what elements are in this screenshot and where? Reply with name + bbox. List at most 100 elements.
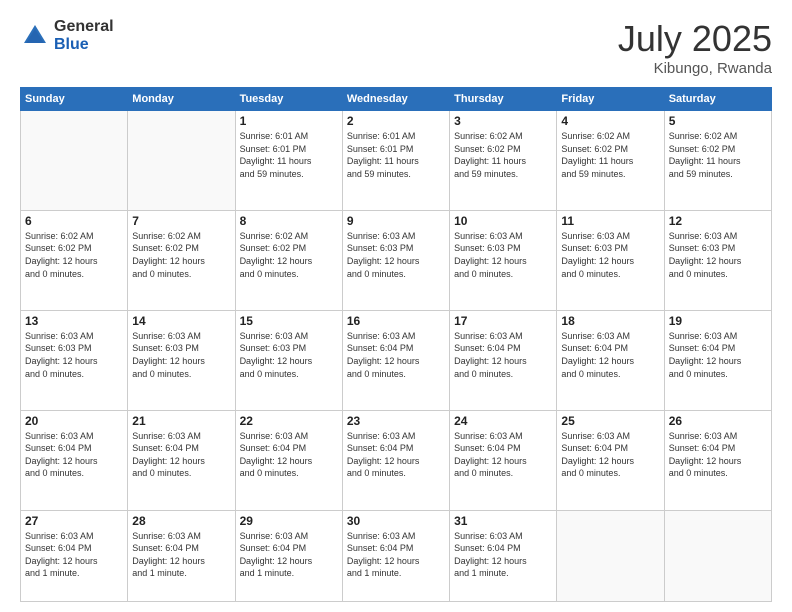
table-row: 18 Sunrise: 6:03 AM Sunset: 6:04 PM Dayli… bbox=[557, 310, 664, 410]
day-number: 2 bbox=[347, 114, 445, 128]
table-row: 11Sunrise: 6:03 AM Sunset: 6:03 PM Dayli… bbox=[557, 210, 664, 310]
day-number: 26 bbox=[669, 414, 767, 428]
table-row bbox=[557, 510, 664, 601]
logo: General Blue bbox=[20, 18, 114, 53]
month-year-title: July 2025 bbox=[618, 18, 772, 60]
table-row: 13 Sunrise: 6:03 AM Sunset: 6:03 PM Dayli… bbox=[21, 310, 128, 410]
day-number: 20 bbox=[25, 414, 123, 428]
day-info: Sunrise: 6:03 AM Sunset: 6:03 PM Dayligh… bbox=[240, 330, 338, 380]
day-number: 10 bbox=[454, 214, 552, 228]
day-info: Sunrise: 6:03 AM Sunset: 6:04 PM Dayligh… bbox=[240, 530, 338, 580]
day-info: Sunrise: 6:03 AM Sunset: 6:04 PM Dayligh… bbox=[132, 530, 230, 580]
table-row: 16 Sunrise: 6:03 AM Sunset: 6:04 PM Dayli… bbox=[342, 310, 449, 410]
day-number: 25 bbox=[561, 414, 659, 428]
col-thursday: Thursday bbox=[450, 88, 557, 111]
table-row: 3 Sunrise: 6:02 AM Sunset: 6:02 PM Daylig… bbox=[450, 111, 557, 211]
day-info: Sunrise: 6:03 AM Sunset: 6:04 PM Dayligh… bbox=[454, 330, 552, 380]
weekday-header-row: Sunday Monday Tuesday Wednesday Thursday… bbox=[21, 88, 772, 111]
day-info: Sunrise: 6:03 AM Sunset: 6:04 PM Dayligh… bbox=[25, 430, 123, 480]
col-sunday: Sunday bbox=[21, 88, 128, 111]
day-number: 29 bbox=[240, 514, 338, 528]
day-number: 28 bbox=[132, 514, 230, 528]
day-number: 16 bbox=[347, 314, 445, 328]
table-row: 17 Sunrise: 6:03 AM Sunset: 6:04 PM Dayli… bbox=[450, 310, 557, 410]
day-number: 6 bbox=[25, 214, 123, 228]
col-monday: Monday bbox=[128, 88, 235, 111]
day-number: 17 bbox=[454, 314, 552, 328]
table-row: 29 Sunrise: 6:03 AM Sunset: 6:04 PM Dayli… bbox=[235, 510, 342, 601]
day-number: 22 bbox=[240, 414, 338, 428]
day-number: 8 bbox=[240, 214, 338, 228]
table-row: 19 Sunrise: 6:03 AM Sunset: 6:04 PM Dayli… bbox=[664, 310, 771, 410]
table-row: 15 Sunrise: 6:03 AM Sunset: 6:03 PM Dayli… bbox=[235, 310, 342, 410]
day-info: Sunrise: 6:03 AM Sunset: 6:04 PM Dayligh… bbox=[561, 430, 659, 480]
day-info: Sunrise: 6:03 AM Sunset: 6:04 PM Dayligh… bbox=[669, 330, 767, 380]
table-row: 5 Sunrise: 6:02 AM Sunset: 6:02 PM Daylig… bbox=[664, 111, 771, 211]
day-number: 3 bbox=[454, 114, 552, 128]
day-number: 1 bbox=[240, 114, 338, 128]
day-number: 23 bbox=[347, 414, 445, 428]
day-info: Sunrise: 6:03 AM Sunset: 6:04 PM Dayligh… bbox=[25, 530, 123, 580]
day-number: 24 bbox=[454, 414, 552, 428]
col-saturday: Saturday bbox=[664, 88, 771, 111]
day-info: Sunrise: 6:03 AM Sunset: 6:04 PM Dayligh… bbox=[669, 430, 767, 480]
day-number: 13 bbox=[25, 314, 123, 328]
table-row: 20 Sunrise: 6:03 AM Sunset: 6:04 PM Dayli… bbox=[21, 410, 128, 510]
table-row: 10Sunrise: 6:03 AM Sunset: 6:03 PM Dayli… bbox=[450, 210, 557, 310]
day-number: 12 bbox=[669, 214, 767, 228]
day-info: Sunrise: 6:01 AM Sunset: 6:01 PM Dayligh… bbox=[240, 130, 338, 180]
logo-blue-text: Blue bbox=[54, 36, 114, 54]
day-number: 15 bbox=[240, 314, 338, 328]
day-info: Sunrise: 6:03 AM Sunset: 6:03 PM Dayligh… bbox=[669, 230, 767, 280]
day-info: Sunrise: 6:03 AM Sunset: 6:03 PM Dayligh… bbox=[347, 230, 445, 280]
table-row: 14Sunrise: 6:03 AM Sunset: 6:03 PM Dayli… bbox=[128, 310, 235, 410]
page: General Blue July 2025 Kibungo, Rwanda S… bbox=[0, 0, 792, 612]
day-info: Sunrise: 6:03 AM Sunset: 6:04 PM Dayligh… bbox=[561, 330, 659, 380]
day-number: 21 bbox=[132, 414, 230, 428]
logo-icon bbox=[20, 21, 50, 51]
table-row: 8 Sunrise: 6:02 AM Sunset: 6:02 PM Daylig… bbox=[235, 210, 342, 310]
day-info: Sunrise: 6:02 AM Sunset: 6:02 PM Dayligh… bbox=[669, 130, 767, 180]
table-row bbox=[21, 111, 128, 211]
day-info: Sunrise: 6:03 AM Sunset: 6:03 PM Dayligh… bbox=[132, 330, 230, 380]
table-row: 22 Sunrise: 6:03 AM Sunset: 6:04 PM Dayli… bbox=[235, 410, 342, 510]
table-row: 26 Sunrise: 6:03 AM Sunset: 6:04 PM Dayli… bbox=[664, 410, 771, 510]
day-info: Sunrise: 6:02 AM Sunset: 6:02 PM Dayligh… bbox=[454, 130, 552, 180]
day-info: Sunrise: 6:03 AM Sunset: 6:04 PM Dayligh… bbox=[454, 530, 552, 580]
day-number: 11 bbox=[561, 214, 659, 228]
col-wednesday: Wednesday bbox=[342, 88, 449, 111]
table-row: 30Sunrise: 6:03 AM Sunset: 6:04 PM Dayli… bbox=[342, 510, 449, 601]
table-row: 1 Sunrise: 6:01 AM Sunset: 6:01 PM Daylig… bbox=[235, 111, 342, 211]
col-tuesday: Tuesday bbox=[235, 88, 342, 111]
table-row: 2Sunrise: 6:01 AM Sunset: 6:01 PM Daylig… bbox=[342, 111, 449, 211]
day-info: Sunrise: 6:02 AM Sunset: 6:02 PM Dayligh… bbox=[240, 230, 338, 280]
calendar-table: Sunday Monday Tuesday Wednesday Thursday… bbox=[20, 87, 772, 602]
day-number: 27 bbox=[25, 514, 123, 528]
col-friday: Friday bbox=[557, 88, 664, 111]
table-row: 9 Sunrise: 6:03 AM Sunset: 6:03 PM Daylig… bbox=[342, 210, 449, 310]
table-row: 4Sunrise: 6:02 AM Sunset: 6:02 PM Daylig… bbox=[557, 111, 664, 211]
day-info: Sunrise: 6:03 AM Sunset: 6:04 PM Dayligh… bbox=[240, 430, 338, 480]
day-number: 7 bbox=[132, 214, 230, 228]
day-number: 5 bbox=[669, 114, 767, 128]
day-info: Sunrise: 6:03 AM Sunset: 6:04 PM Dayligh… bbox=[454, 430, 552, 480]
table-row: 12 Sunrise: 6:03 AM Sunset: 6:03 PM Dayli… bbox=[664, 210, 771, 310]
logo-text: General Blue bbox=[54, 18, 114, 53]
day-number: 19 bbox=[669, 314, 767, 328]
table-row: 24 Sunrise: 6:03 AM Sunset: 6:04 PM Dayli… bbox=[450, 410, 557, 510]
table-row: 23Sunrise: 6:03 AM Sunset: 6:04 PM Dayli… bbox=[342, 410, 449, 510]
table-row bbox=[128, 111, 235, 211]
table-row: 7Sunrise: 6:02 AM Sunset: 6:02 PM Daylig… bbox=[128, 210, 235, 310]
location-subtitle: Kibungo, Rwanda bbox=[618, 60, 772, 77]
day-info: Sunrise: 6:02 AM Sunset: 6:02 PM Dayligh… bbox=[25, 230, 123, 280]
logo-general-text: General bbox=[54, 18, 114, 36]
day-info: Sunrise: 6:03 AM Sunset: 6:04 PM Dayligh… bbox=[347, 530, 445, 580]
table-row bbox=[664, 510, 771, 601]
table-row: 21Sunrise: 6:03 AM Sunset: 6:04 PM Dayli… bbox=[128, 410, 235, 510]
table-row: 6 Sunrise: 6:02 AM Sunset: 6:02 PM Daylig… bbox=[21, 210, 128, 310]
day-number: 18 bbox=[561, 314, 659, 328]
day-info: Sunrise: 6:03 AM Sunset: 6:04 PM Dayligh… bbox=[347, 330, 445, 380]
day-number: 9 bbox=[347, 214, 445, 228]
day-info: Sunrise: 6:02 AM Sunset: 6:02 PM Dayligh… bbox=[561, 130, 659, 180]
day-info: Sunrise: 6:03 AM Sunset: 6:03 PM Dayligh… bbox=[25, 330, 123, 380]
